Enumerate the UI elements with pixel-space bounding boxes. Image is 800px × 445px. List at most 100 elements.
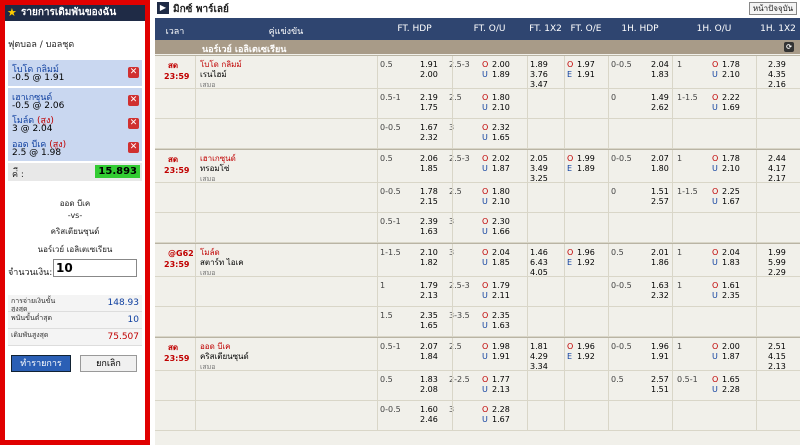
h1-under-odds[interactable]: 2.10 (722, 164, 740, 174)
h1-under-odds[interactable]: 2.28 (722, 385, 740, 395)
ft-1x2-home-odds[interactable]: 1.81 (530, 342, 548, 352)
ft-under-odds[interactable]: 1.63 (492, 321, 510, 331)
ft-hdp-away-odds[interactable]: 2.32 (420, 133, 438, 143)
today-button[interactable]: หน้าปัจจุบัน (749, 2, 797, 15)
ft-even-odds[interactable]: 1.92 (577, 352, 595, 362)
ft-under-odds[interactable]: 2.11 (492, 291, 510, 301)
ft-under-odds[interactable]: 1.65 (492, 133, 510, 143)
h1-1x2-away-odds[interactable]: 4.15 (768, 352, 786, 362)
ft-over-odds[interactable]: 2.32 (492, 123, 510, 133)
ft-hdp-away-odds[interactable]: 2.13 (420, 291, 438, 301)
ft-hdp-away-odds[interactable]: 1.75 (420, 103, 438, 113)
h1-hdp-home-odds[interactable]: 1.63 (651, 281, 669, 291)
h1-1x2-away-odds[interactable]: 5.99 (768, 258, 786, 268)
h1-under-odds[interactable]: 1.67 (722, 197, 740, 207)
ft-under-odds[interactable]: 2.13 (492, 385, 510, 395)
ft-hdp-home-odds[interactable]: 2.07 (420, 342, 438, 352)
h1-hdp-away-odds[interactable]: 1.86 (651, 258, 669, 268)
ft-under-odds[interactable]: 1.87 (492, 164, 510, 174)
ft-hdp-away-odds[interactable]: 2.08 (420, 385, 438, 395)
h1-over-odds[interactable]: 1.65 (722, 375, 740, 385)
h1-hdp-home-odds[interactable]: 1.96 (651, 342, 669, 352)
ft-hdp-away-odds[interactable]: 2.15 (420, 197, 438, 207)
h1-1x2-home-odds[interactable]: 2.51 (768, 342, 786, 352)
ft-odd-odds[interactable]: 1.96 (577, 342, 595, 352)
h1-hdp-away-odds[interactable]: 2.32 (651, 291, 669, 301)
ft-under-odds[interactable]: 1.89 (492, 70, 510, 80)
h1-under-odds[interactable]: 1.87 (722, 352, 740, 362)
refresh-icon[interactable]: ⟳ (784, 42, 794, 52)
collapse-icon[interactable]: ▶ (157, 2, 169, 14)
ft-hdp-home-odds[interactable]: 1.60 (420, 405, 438, 415)
ft-hdp-away-odds[interactable]: 2.00 (420, 70, 438, 80)
h1-1x2-home-odds[interactable]: 1.99 (768, 248, 786, 258)
h1-over-odds[interactable]: 2.04 (722, 248, 740, 258)
h1-hdp-home-odds[interactable]: 1.49 (651, 93, 669, 103)
ft-under-odds[interactable]: 1.67 (492, 415, 510, 425)
ft-hdp-away-odds[interactable]: 1.65 (420, 321, 438, 331)
ft-hdp-home-odds[interactable]: 2.35 (420, 311, 438, 321)
ft-odd-odds[interactable]: 1.96 (577, 248, 595, 258)
h1-under-odds[interactable]: 2.10 (722, 70, 740, 80)
h1-under-odds[interactable]: 2.35 (722, 291, 740, 301)
ft-over-odds[interactable]: 2.35 (492, 311, 510, 321)
cancel-bet-button[interactable]: ยกเลิก (80, 355, 137, 372)
stake-input[interactable] (53, 259, 137, 277)
ft-over-odds[interactable]: 2.30 (492, 217, 510, 227)
ft-hdp-home-odds[interactable]: 1.79 (420, 281, 438, 291)
ft-1x2-away-odds[interactable]: 3.76 (530, 70, 548, 80)
h1-over-odds[interactable]: 1.78 (722, 154, 740, 164)
ft-hdp-home-odds[interactable]: 2.06 (420, 154, 438, 164)
ft-hdp-away-odds[interactable]: 1.85 (420, 164, 438, 174)
ft-odd-odds[interactable]: 1.99 (577, 154, 595, 164)
h1-under-odds[interactable]: 1.69 (722, 103, 740, 113)
h1-hdp-home-odds[interactable]: 2.07 (651, 154, 669, 164)
h1-over-odds[interactable]: 2.22 (722, 93, 740, 103)
ft-over-odds[interactable]: 2.02 (492, 154, 510, 164)
ft-hdp-home-odds[interactable]: 1.83 (420, 375, 438, 385)
ft-1x2-away-odds[interactable]: 3.49 (530, 164, 548, 174)
h1-hdp-home-odds[interactable]: 2.04 (651, 60, 669, 70)
remove-selection-icon[interactable]: ✕ (128, 118, 139, 129)
h1-1x2-away-odds[interactable]: 4.35 (768, 70, 786, 80)
h1-over-odds[interactable]: 2.25 (722, 187, 740, 197)
remove-selection-icon[interactable]: ✕ (128, 67, 139, 78)
ft-over-odds[interactable]: 1.80 (492, 93, 510, 103)
submit-bet-button[interactable]: ทำรายการ (11, 355, 71, 372)
ft-hdp-away-odds[interactable]: 2.46 (420, 415, 438, 425)
ft-under-odds[interactable]: 2.10 (492, 103, 510, 113)
ft-under-odds[interactable]: 1.66 (492, 227, 510, 237)
ft-hdp-home-odds[interactable]: 1.78 (420, 187, 438, 197)
ft-under-odds[interactable]: 1.91 (492, 352, 510, 362)
h1-under-odds[interactable]: 1.83 (722, 258, 740, 268)
h1-1x2-home-odds[interactable]: 2.44 (768, 154, 786, 164)
h1-hdp-home-odds[interactable]: 2.01 (651, 248, 669, 258)
h1-over-odds[interactable]: 1.61 (722, 281, 740, 291)
h1-hdp-away-odds[interactable]: 1.51 (651, 385, 669, 395)
ft-under-odds[interactable]: 2.10 (492, 197, 510, 207)
h1-hdp-away-odds[interactable]: 2.57 (651, 197, 669, 207)
ft-hdp-away-odds[interactable]: 1.63 (420, 227, 438, 237)
ft-even-odds[interactable]: 1.89 (577, 164, 595, 174)
ft-odd-odds[interactable]: 1.97 (577, 60, 595, 70)
remove-selection-icon[interactable]: ✕ (128, 142, 139, 153)
h1-hdp-away-odds[interactable]: 1.83 (651, 70, 669, 80)
ft-over-odds[interactable]: 2.04 (492, 248, 510, 258)
h1-1x2-away-odds[interactable]: 4.17 (768, 164, 786, 174)
h1-1x2-home-odds[interactable]: 2.39 (768, 60, 786, 70)
h1-hdp-away-odds[interactable]: 2.62 (651, 103, 669, 113)
h1-over-odds[interactable]: 1.78 (722, 60, 740, 70)
h1-over-odds[interactable]: 2.00 (722, 342, 740, 352)
ft-hdp-away-odds[interactable]: 1.84 (420, 352, 438, 362)
h1-hdp-home-odds[interactable]: 1.51 (651, 187, 669, 197)
ft-over-odds[interactable]: 2.28 (492, 405, 510, 415)
remove-selection-icon[interactable]: ✕ (128, 95, 139, 106)
ft-1x2-home-odds[interactable]: 2.05 (530, 154, 548, 164)
ft-1x2-home-odds[interactable]: 1.89 (530, 60, 548, 70)
ft-over-odds[interactable]: 1.79 (492, 281, 510, 291)
ft-over-odds[interactable]: 1.77 (492, 375, 510, 385)
ft-under-odds[interactable]: 1.85 (492, 258, 510, 268)
ft-1x2-home-odds[interactable]: 1.46 (530, 248, 548, 258)
ft-hdp-home-odds[interactable]: 1.91 (420, 60, 438, 70)
ft-hdp-home-odds[interactable]: 2.10 (420, 248, 438, 258)
